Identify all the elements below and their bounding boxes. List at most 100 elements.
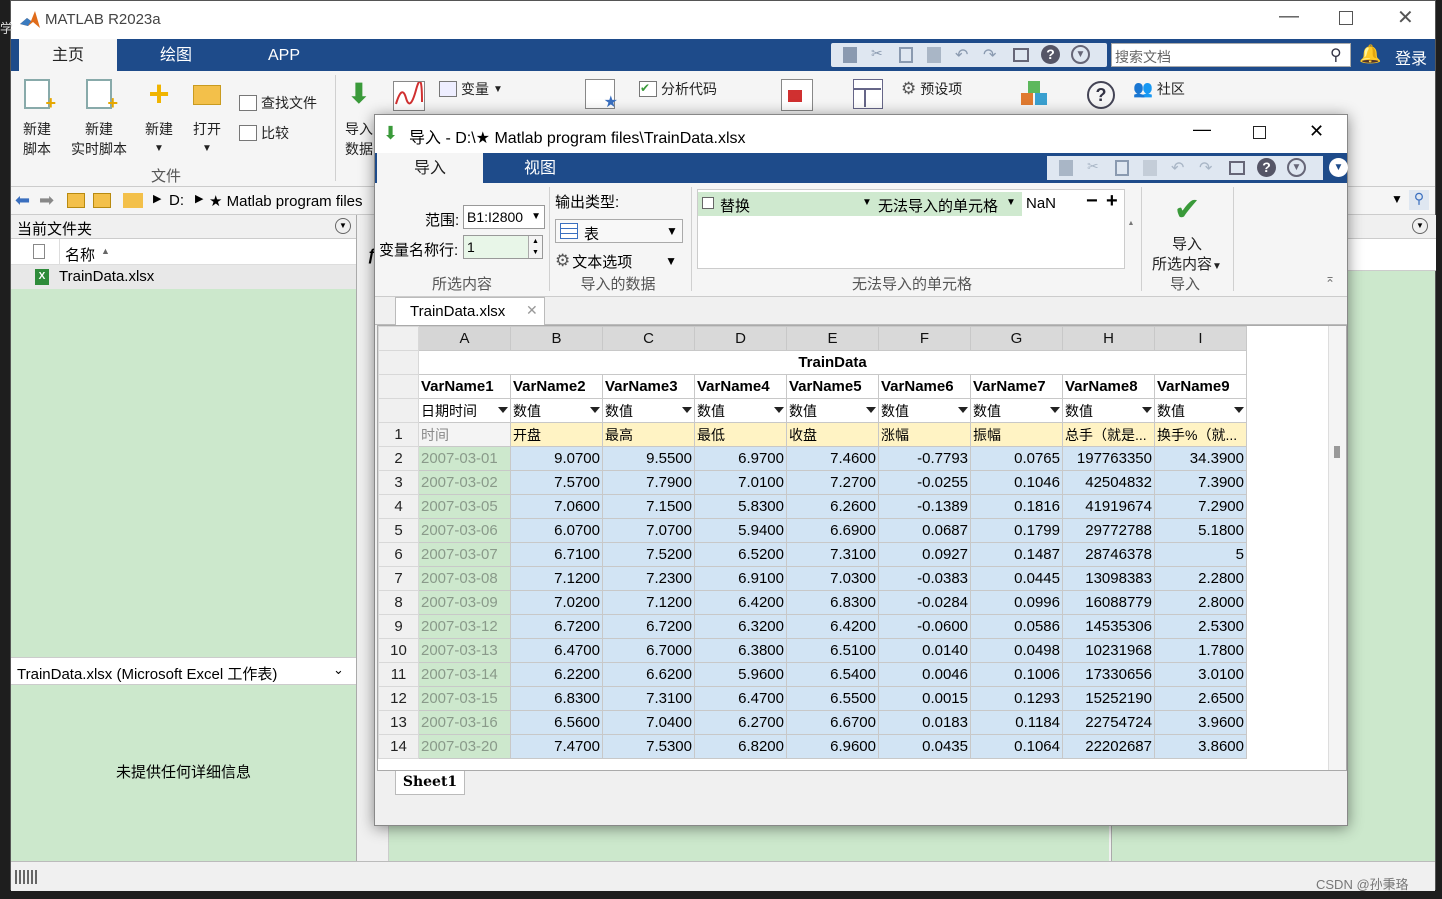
data-cell[interactable]: 6.4200 [694,590,787,615]
data-cell[interactable]: 0.0765 [970,446,1063,471]
data-cell[interactable]: -0.7793 [878,446,971,471]
unimportable-dropdown-icon[interactable]: ▼ [1006,197,1016,208]
data-cell[interactable]: 0.0927 [878,542,971,567]
data-cell[interactable]: 7.5200 [602,542,695,567]
sheet-tab[interactable]: Sheet1 [395,771,465,795]
header-cell[interactable]: 收盘 [786,422,879,447]
preferences-button[interactable]: ⚙ 预设项 [901,79,962,99]
scrollbar-thumb[interactable] [1334,446,1340,458]
varname-row-input[interactable]: 1 ▲ ▼ [463,235,543,259]
name-column-header[interactable]: 名称 [65,244,95,265]
data-cell[interactable]: 2007-03-06 [418,518,511,543]
data-cell[interactable]: 17330656 [1062,662,1155,687]
data-cell[interactable]: 2007-03-15 [418,686,511,711]
data-cell[interactable]: 6.7100 [510,542,603,567]
cut-icon[interactable]: ✂ [1087,158,1099,175]
workspace-plot-icon[interactable] [393,81,425,111]
data-cell[interactable]: 7.4700 [510,734,603,759]
redo-icon[interactable]: ↷ [983,45,996,65]
data-cell[interactable]: 15252190 [1062,686,1155,711]
new-button[interactable]: + 新建 ▼ [139,76,179,159]
undo-icon[interactable]: ↶ [1171,158,1184,178]
var-name-cell[interactable]: VarName5 [786,374,879,399]
data-cell[interactable]: 0.1006 [970,662,1063,687]
data-cell[interactable]: 2007-03-12 [418,614,511,639]
data-cell[interactable]: 13098383 [1062,566,1155,591]
data-cell[interactable]: 0.0140 [878,638,971,663]
options-icon[interactable]: ▼ [1071,45,1090,64]
data-cell[interactable]: 6.6200 [602,662,695,687]
maximize-button[interactable] [1339,11,1353,25]
output-type-dropdown-icon[interactable]: ▼ [666,224,678,238]
data-cell[interactable]: 3.8600 [1154,734,1247,759]
data-cell[interactable]: 1.7800 [1154,638,1247,663]
compare-button[interactable]: 比较 [239,123,289,143]
data-cell[interactable]: 22754724 [1062,710,1155,735]
data-cell[interactable]: 6.2700 [694,710,787,735]
copy-icon[interactable] [1115,160,1129,176]
data-cell[interactable]: 5.8300 [694,494,787,519]
data-cell[interactable]: 0.1046 [970,470,1063,495]
add-ons-icon[interactable] [1019,79,1051,111]
path-drive[interactable]: D: [169,192,184,209]
undo-icon[interactable]: ↶ [955,45,968,65]
switch-windows-icon[interactable] [1229,161,1245,175]
rules-scrollbar[interactable]: ▲ [1127,185,1135,269]
path-folder[interactable]: ★ Matlab program files [209,192,373,210]
data-cell[interactable]: 6.9600 [786,734,879,759]
var-type-cell[interactable]: 数值 [1154,398,1247,423]
var-name-cell[interactable]: VarName6 [878,374,971,399]
data-cell[interactable]: 2007-03-16 [418,710,511,735]
data-cell[interactable]: 7.2900 [1154,494,1247,519]
favorites-icon[interactable]: ★ [585,79,618,111]
spreadsheet-grid[interactable]: A B C D E F G H I TrainData VarName1 VarName2 VarNam… [377,325,1347,771]
text-options-button[interactable]: ⚙ 文本选项 ▼ [555,249,683,273]
data-cell[interactable]: 10231968 [1062,638,1155,663]
data-cell[interactable]: 2007-03-14 [418,662,511,687]
data-cell[interactable]: 2007-03-20 [418,734,511,759]
var-type-cell[interactable]: 数值 [602,398,695,423]
close-tab-icon[interactable]: ✕ [526,302,538,319]
data-cell[interactable]: 6.4700 [694,686,787,711]
data-cell[interactable]: 6.9100 [694,566,787,591]
data-cell[interactable]: -0.0383 [878,566,971,591]
data-cell[interactable]: 6.8300 [786,590,879,615]
data-cell[interactable]: 6.5500 [786,686,879,711]
search-box[interactable]: 搜索文档 ⚲ [1111,43,1351,67]
panel-options-icon[interactable]: ▼ [335,218,351,234]
replace-checkbox[interactable] [702,197,714,209]
data-cell[interactable]: 41919674 [1062,494,1155,519]
var-type-dropdown-icon[interactable] [866,407,876,413]
up-folder-icon[interactable] [67,193,85,208]
data-cell[interactable]: 2.8000 [1154,590,1247,615]
path-chevron-icon[interactable]: ▶ [153,192,161,205]
data-cell[interactable]: 2007-03-13 [418,638,511,663]
data-cell[interactable]: 14535306 [1062,614,1155,639]
var-name-cell[interactable]: VarName2 [510,374,603,399]
data-cell[interactable]: 2.5300 [1154,614,1247,639]
search-input[interactable]: 搜索文档 [1115,47,1171,67]
column-header-F[interactable]: F [878,326,971,351]
redo-icon[interactable]: ↷ [1199,158,1212,178]
data-cell[interactable]: 0.1799 [970,518,1063,543]
dialog-minimize-button[interactable]: — [1193,119,1211,140]
data-cell[interactable]: 5.9600 [694,662,787,687]
paste-icon[interactable] [927,47,941,63]
header-cell[interactable]: 时间 [418,422,511,447]
help-large-icon[interactable]: ? [1087,81,1115,109]
header-cell[interactable]: 涨幅 [878,422,971,447]
column-header-C[interactable]: C [602,326,695,351]
var-type-cell[interactable]: 数值 [970,398,1063,423]
var-type-cell[interactable]: 数值 [694,398,787,423]
data-cell[interactable]: 7.0200 [510,590,603,615]
dialog-close-button[interactable]: ✕ [1309,121,1324,142]
data-cell[interactable]: 16088779 [1062,590,1155,615]
import-selection-button[interactable]: ✔ 导入 所选内容▼ [1149,189,1225,277]
header-cell[interactable]: 振幅 [970,422,1063,447]
spinner-icon[interactable]: ▲ ▼ [528,236,542,258]
details-collapse-icon[interactable]: ⌄ [333,662,344,678]
file-name[interactable]: TrainData.xlsx [59,268,154,285]
minimize-button[interactable]: — [1279,5,1299,28]
column-header-D[interactable]: D [694,326,787,351]
data-cell[interactable]: -0.1389 [878,494,971,519]
